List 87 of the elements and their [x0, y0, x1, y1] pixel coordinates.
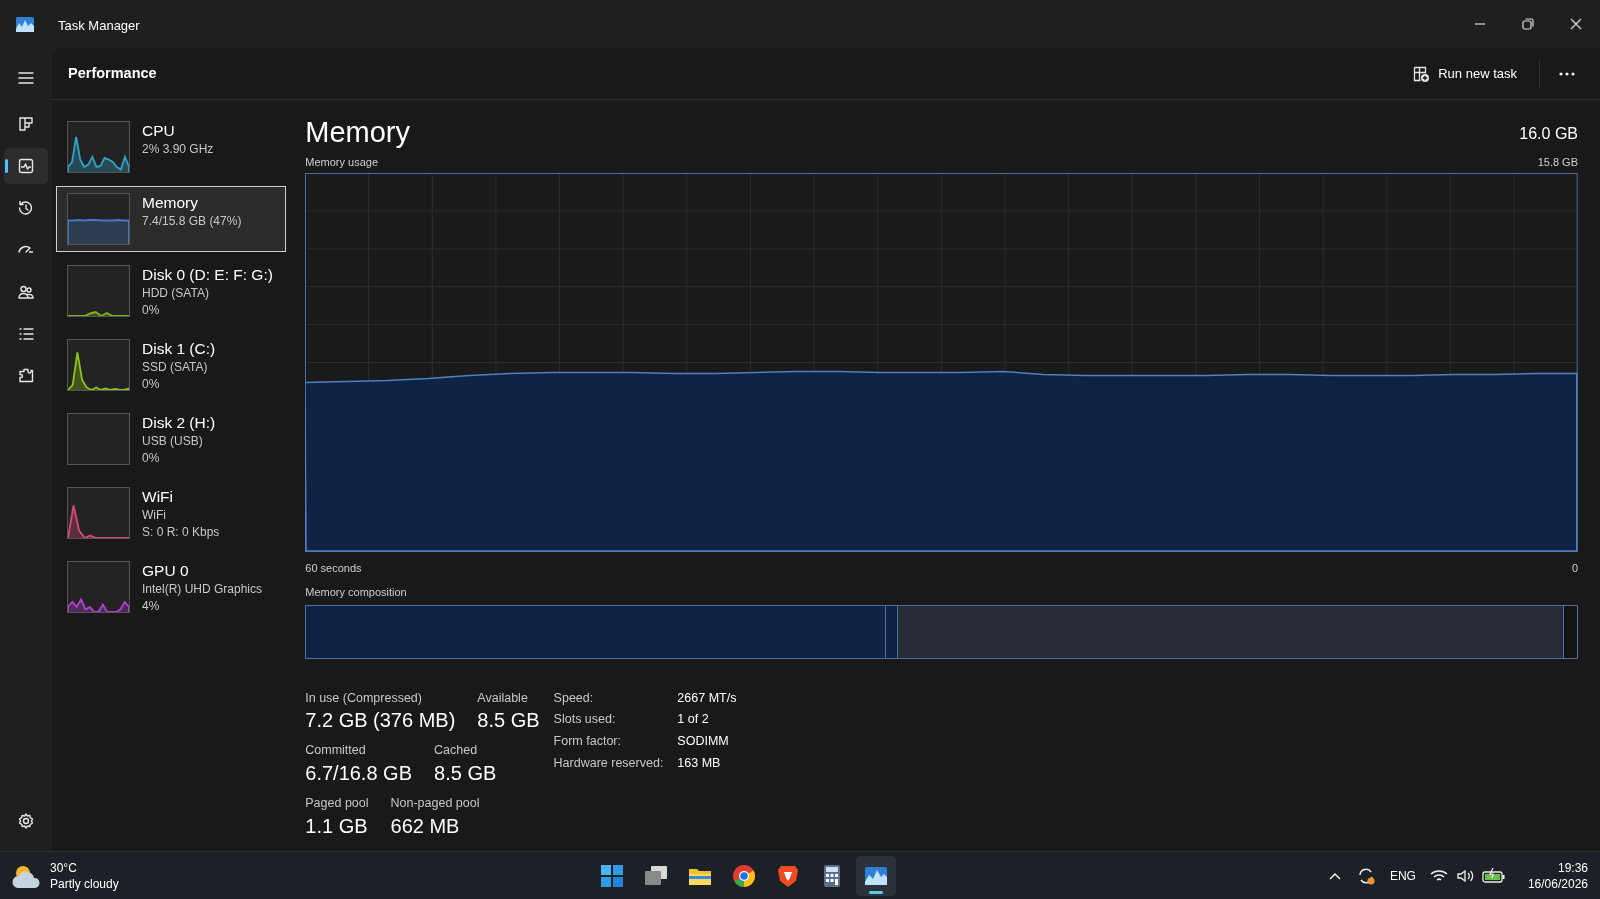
- device-name: Disk 0 (D: E: F: G:): [142, 265, 273, 285]
- usage-sparkline: [67, 487, 130, 539]
- usage-sparkline: [67, 121, 130, 173]
- axis-label: 0: [1571, 560, 1578, 576]
- device-item[interactable]: Disk 0 (D: E: F: G:) HDD (SATA) 0%: [56, 258, 286, 326]
- run-new-task-button[interactable]: Run new task: [1400, 57, 1529, 90]
- pulse-icon: [17, 157, 35, 175]
- stat-label: In use (Compressed): [305, 689, 423, 707]
- device-name: Disk 1 (C:): [142, 339, 216, 359]
- restore-icon: [1519, 15, 1537, 33]
- device-detail: 2% 3.90 GHz: [142, 141, 214, 158]
- menu-icon: [17, 69, 35, 87]
- total-memory: 16.0 GB: [1519, 124, 1578, 144]
- chart-max-label: 15.8 GB: [1537, 155, 1578, 170]
- device-item[interactable]: Disk 2 (H:) USB (USB) 0%: [56, 406, 286, 474]
- property-label: Hardware reserved:: [553, 754, 664, 772]
- chart-label: Memory usage: [305, 155, 379, 170]
- property-label: Speed:: [553, 689, 595, 707]
- usage-sparkline: [67, 193, 130, 245]
- device-detail: WiFi: [142, 507, 167, 524]
- stat-value: 8.5 GB: [434, 761, 497, 786]
- usage-sparkline: [67, 339, 130, 391]
- device-item[interactable]: Memory 7.4/15.8 GB (47%): [56, 186, 286, 252]
- settings-icon: [17, 812, 35, 830]
- device-detail: 7.4/15.8 GB (47%): [142, 213, 242, 230]
- device-name: Memory: [142, 193, 199, 213]
- device-name: Disk 2 (H:): [142, 413, 216, 433]
- stat-value: 1.1 GB: [305, 813, 369, 839]
- device-name: GPU 0: [142, 561, 190, 581]
- volume-icon[interactable]: [1455, 868, 1474, 883]
- task-manager-logo-icon: [16, 16, 34, 32]
- minimize-icon: [1475, 23, 1485, 25]
- device-detail: 0%: [142, 302, 161, 319]
- device-item[interactable]: WiFi WiFi S: 0 R: 0 Kbps: [56, 480, 286, 548]
- section-title: Memory: [305, 115, 410, 150]
- puzzle-icon: [17, 367, 35, 385]
- device-item[interactable]: CPU 2% 3.90 GHz: [56, 114, 286, 180]
- stat-label: Cached: [434, 742, 479, 760]
- usage-sparkline: [67, 265, 130, 317]
- property-label: Form factor:: [553, 733, 622, 750]
- device-detail: USB (USB): [142, 433, 204, 450]
- chart-label: Memory composition: [305, 585, 408, 600]
- stat-label: Non-paged pool: [390, 795, 480, 812]
- usage-sparkline: [67, 413, 130, 465]
- stat-value: 8.5 GB: [477, 708, 540, 734]
- device-detail: HDD (SATA): [142, 285, 210, 302]
- device-name: WiFi: [142, 487, 174, 507]
- weather-condition: Partly cloudy: [50, 875, 119, 892]
- more-icon: [1558, 70, 1576, 77]
- device-detail: S: 0 R: 0 Kbps: [142, 524, 220, 541]
- language-indicator[interactable]: ENG: [1389, 866, 1416, 885]
- window-title: Task Manager: [58, 17, 140, 36]
- grid-icon: [17, 115, 35, 133]
- device-item[interactable]: GPU 0 Intel(R) UHD Graphics 4%: [56, 554, 286, 622]
- users-icon: [17, 283, 35, 301]
- clock-time[interactable]: 19:36: [1557, 859, 1588, 876]
- battery-charging-icon[interactable]: [1481, 867, 1506, 884]
- property-value: 1 of 2: [677, 711, 710, 729]
- property-label: Slots used:: [553, 711, 617, 729]
- add-window-icon: [1412, 64, 1431, 83]
- stat-value: 7.2 GB (376 MB): [305, 708, 456, 734]
- nav-button[interactable]: [4, 148, 48, 184]
- temperature: 30°C: [50, 859, 78, 876]
- stat-value: 662 MB: [390, 813, 461, 839]
- property-value: 163 MB: [677, 754, 722, 772]
- device-detail: Intel(R) UHD Graphics: [142, 581, 263, 598]
- taskbar-app-button[interactable]: [856, 855, 896, 896]
- device-detail: 0%: [142, 450, 161, 467]
- property-value: 2667 MT/s: [677, 689, 737, 707]
- chevron-up-icon[interactable]: [1327, 870, 1342, 881]
- wifi-icon[interactable]: [1429, 868, 1448, 883]
- list-icon: [17, 325, 35, 343]
- device-detail: 4%: [142, 598, 161, 615]
- stat-label: Committed: [305, 742, 367, 760]
- stat-value: 6.7/16.8 GB: [305, 761, 412, 786]
- device-name: CPU: [142, 121, 176, 141]
- stat-label: Available: [477, 689, 529, 707]
- axis-label: 60 seconds: [305, 560, 362, 576]
- usage-sparkline: [67, 561, 130, 613]
- device-detail: SSD (SATA): [142, 359, 209, 376]
- clock-date[interactable]: 16/06/2026: [1527, 875, 1588, 892]
- stat-label: Paged pool: [305, 795, 369, 812]
- property-value: SODIMM: [677, 733, 730, 750]
- history-icon: [17, 199, 35, 217]
- device-detail: 0%: [142, 376, 161, 393]
- page-title: Performance: [68, 63, 157, 83]
- device-item[interactable]: Disk 1 (C:) SSD (SATA) 0%: [56, 332, 286, 400]
